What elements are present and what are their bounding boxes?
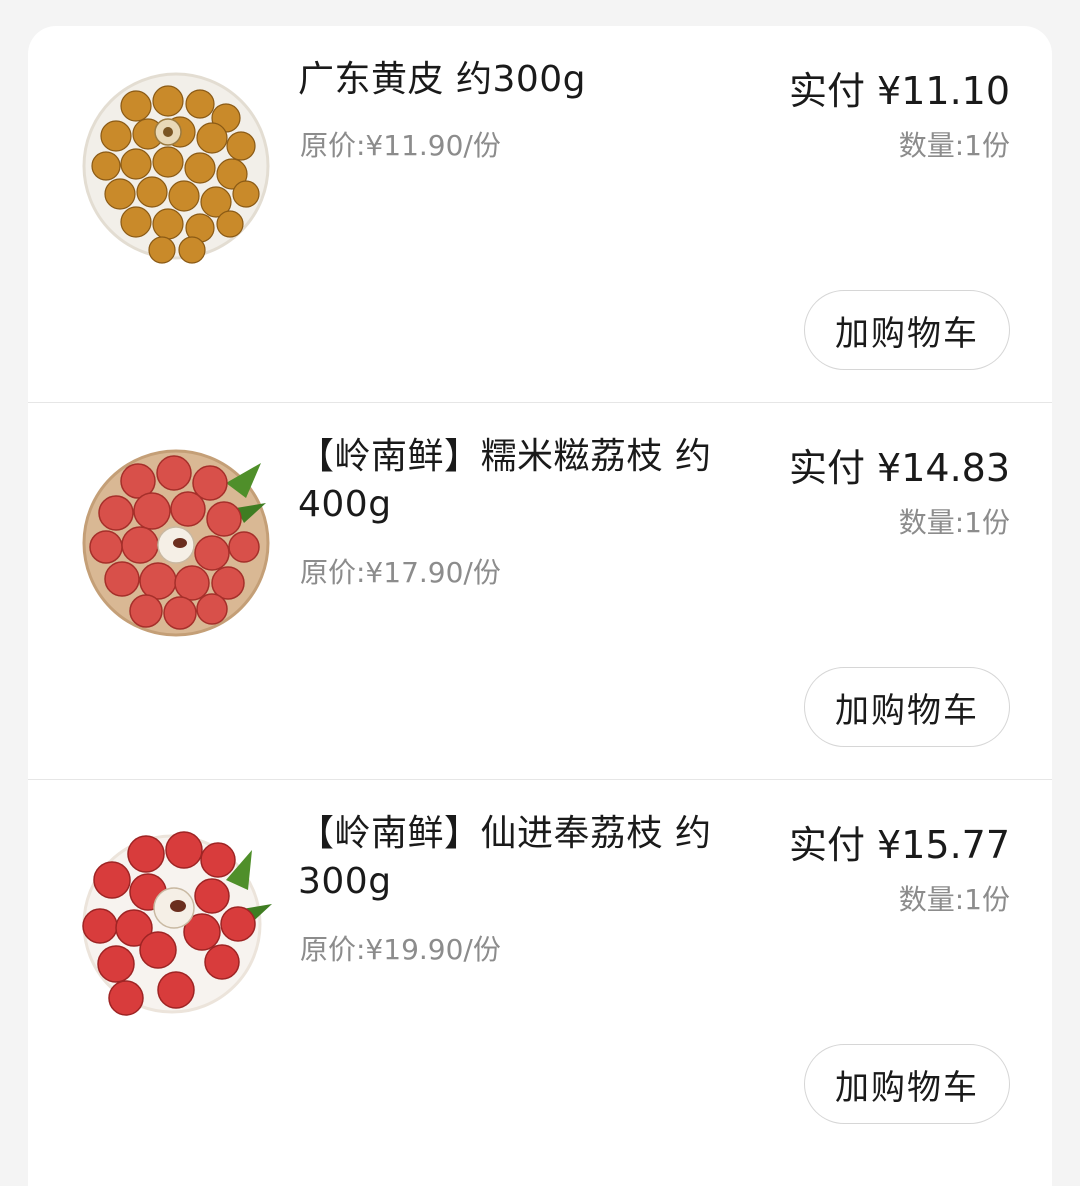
wampee-fruit-image [82,72,270,264]
original-price: 原价:¥19.90/份 [300,933,501,966]
product-item-lychee-nuomici[interactable]: 【岭南鲜】糯米糍荔枝 约 400g 原价:¥17.90/份 实付 ¥14.83 … [28,403,1052,779]
lychee-image [82,449,270,637]
paid-price: 实付 ¥11.10 [788,69,1010,113]
add-to-cart-button[interactable]: 加购物车 [804,667,1010,747]
product-item-lychee-xianjinfeng[interactable]: 【岭南鲜】仙进奉荔枝 约 300g 原价:¥19.90/份 实付 ¥15.77 … [28,780,1052,1156]
paid-price: 实付 ¥15.77 [788,823,1010,867]
add-to-cart-button[interactable]: 加购物车 [804,1044,1010,1124]
original-price: 原价:¥17.90/份 [300,556,501,589]
add-to-cart-button[interactable]: 加购物车 [804,290,1010,370]
product-title: 【岭南鲜】仙进奉荔枝 约 300g [298,813,712,902]
quantity: 数量:1份 [898,129,1010,162]
original-price: 原价:¥11.90/份 [300,129,501,162]
product-title: 广东黄皮 约300g [298,59,587,100]
order-items-card: 广东黄皮 约300g 原价:¥11.90/份 实付 ¥11.10 数量:1份 加… [28,26,1052,1186]
lychee-image [82,831,272,1016]
product-item-wampee[interactable]: 广东黄皮 约300g 原价:¥11.90/份 实付 ¥11.10 数量:1份 加… [28,26,1052,402]
quantity: 数量:1份 [898,883,1010,916]
quantity: 数量:1份 [898,506,1010,539]
paid-price: 实付 ¥14.83 [788,446,1010,490]
product-title: 【岭南鲜】糯米糍荔枝 约 400g [298,436,712,525]
